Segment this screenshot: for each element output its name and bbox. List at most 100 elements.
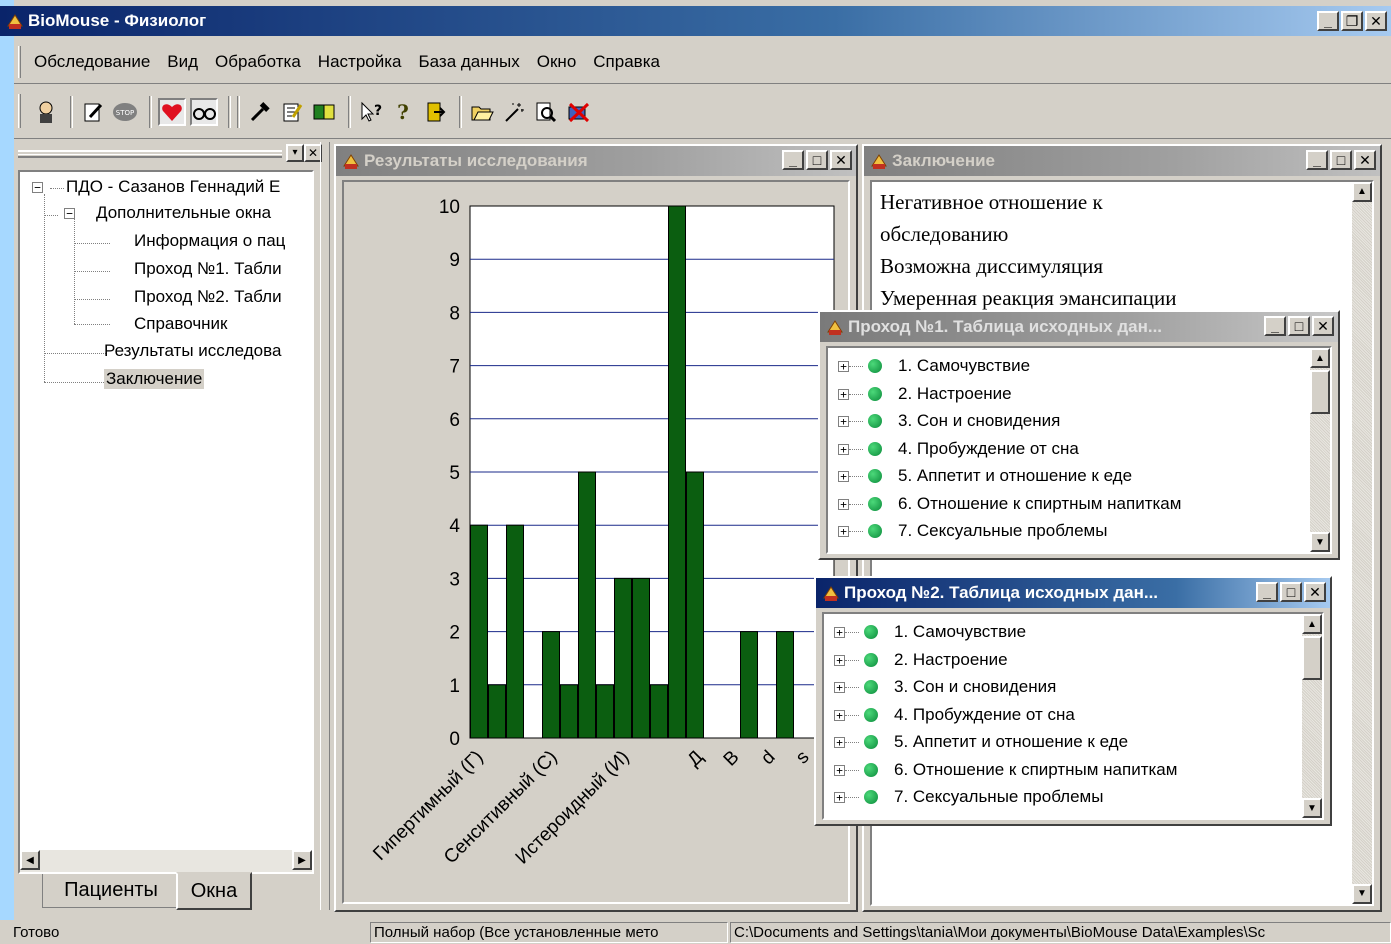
table-row[interactable]: +3. Сон и сновидения xyxy=(824,675,1304,701)
conclusion-vscrollbar[interactable]: ▲ ▼ xyxy=(1352,182,1372,904)
results-titlebar[interactable]: Результаты исследования _ □ ✕ xyxy=(336,146,856,176)
expand-icon[interactable]: + xyxy=(834,682,845,693)
edit-icon[interactable] xyxy=(79,98,107,126)
table-row[interactable]: +4. Пробуждение от сна xyxy=(824,703,1304,729)
tab-windows[interactable]: Окна xyxy=(176,872,252,910)
scroll-down-button[interactable]: ▼ xyxy=(1302,798,1322,818)
table-row[interactable]: +3. Сон и сновидения xyxy=(828,409,1308,435)
expand-icon[interactable]: + xyxy=(838,388,849,400)
pass1-minimize-button[interactable]: _ xyxy=(1264,316,1286,336)
heart-icon[interactable] xyxy=(158,98,186,126)
tree-item-conclusion[interactable]: Заключение xyxy=(104,369,205,389)
open-icon[interactable] xyxy=(468,98,496,126)
help-pointer-icon[interactable]: ? xyxy=(357,98,385,126)
pass1-titlebar[interactable]: Проход №1. Таблица исходных дан... _ □ ✕ xyxy=(820,312,1338,342)
table-row[interactable]: +6. Отношение к спиртным напиткам xyxy=(828,492,1308,518)
table-row[interactable]: +2. Настроение xyxy=(824,648,1304,674)
patient-icon[interactable] xyxy=(32,98,60,126)
table-row[interactable]: +2. Настроение xyxy=(828,382,1308,408)
scroll-up-button[interactable]: ▲ xyxy=(1310,348,1330,368)
expand-icon[interactable]: + xyxy=(838,554,849,555)
expand-icon[interactable]: + xyxy=(834,709,845,721)
expand-icon[interactable]: + xyxy=(834,792,845,803)
tree-item-reference[interactable]: Справочник xyxy=(134,314,228,334)
table-row[interactable]: +7. Сексуальные проблемы xyxy=(824,785,1304,811)
tree-item-patient-info[interactable]: Информация о пац xyxy=(134,231,285,251)
conclusion-close-button[interactable]: ✕ xyxy=(1354,150,1376,170)
pass2-tree[interactable]: +1. Самочувствие +2. Настроение +3. Сон и … xyxy=(822,612,1324,820)
preview-icon[interactable] xyxy=(532,98,560,126)
menu-item-database[interactable]: База данных xyxy=(419,52,520,72)
expand-icon[interactable]: + xyxy=(834,764,845,776)
pass1-close-button[interactable]: ✕ xyxy=(1312,316,1334,336)
pass1-tree[interactable]: +1. Самочувствие +2. Настроение +3. Сон и … xyxy=(826,346,1332,554)
conclusion-titlebar[interactable]: Заключение _ □ ✕ xyxy=(864,146,1380,176)
scroll-thumb[interactable] xyxy=(1310,370,1330,414)
scroll-right-button[interactable]: ▶ xyxy=(292,850,312,870)
vscrollbar[interactable]: ▲ ▼ xyxy=(1302,614,1322,818)
tree-item-pass1[interactable]: Проход №1. Табли xyxy=(134,259,282,279)
table-row[interactable]: +4. Пробуждение от сна xyxy=(828,437,1308,463)
conclusion-minimize-button[interactable]: _ xyxy=(1306,150,1328,170)
results-minimize-button[interactable]: _ xyxy=(782,150,804,170)
menu-item-processing[interactable]: Обработка xyxy=(215,52,301,72)
expand-icon[interactable]: + xyxy=(834,820,845,821)
notes-icon[interactable] xyxy=(278,98,306,126)
pass2-close-button[interactable]: ✕ xyxy=(1304,582,1326,602)
wand-icon[interactable] xyxy=(500,98,528,126)
expand-icon[interactable]: + xyxy=(834,627,845,638)
pass2-minimize-button[interactable]: _ xyxy=(1256,582,1278,602)
exit-icon[interactable] xyxy=(421,98,449,126)
expand-icon[interactable]: + xyxy=(838,498,849,510)
glasses-icon[interactable] xyxy=(190,98,218,126)
table-row[interactable]: +7. Сексуальные проблемы xyxy=(828,519,1308,545)
tab-patients[interactable]: Пациенты xyxy=(42,874,180,908)
results-maximize-button[interactable]: □ xyxy=(806,150,828,170)
menu-item-examination[interactable]: Обследование xyxy=(34,52,150,72)
scroll-left-button[interactable]: ◀ xyxy=(20,850,40,870)
table-row[interactable]: +1. Самочувствие xyxy=(824,620,1304,646)
table-row[interactable]: +5. Аппетит и отношение к еде xyxy=(824,730,1304,756)
conclusion-maximize-button[interactable]: □ xyxy=(1330,150,1352,170)
expand-icon[interactable]: + xyxy=(838,526,849,537)
restore-button[interactable]: ❐ xyxy=(1341,11,1363,31)
pass1-maximize-button[interactable]: □ xyxy=(1288,316,1310,336)
expand-icon[interactable]: + xyxy=(838,443,849,455)
stop-icon[interactable]: STOP xyxy=(111,98,139,126)
hammer-icon[interactable] xyxy=(246,98,274,126)
close-button[interactable]: ✕ xyxy=(1365,11,1387,31)
dock-maximize-button[interactable]: ▾ xyxy=(286,144,304,162)
table-row[interactable]: +1. Самочувствие xyxy=(828,354,1308,380)
expand-icon[interactable]: + xyxy=(838,471,849,482)
help-icon[interactable]: ? xyxy=(389,98,417,126)
book-icon[interactable] xyxy=(310,98,338,126)
panel-splitter[interactable] xyxy=(320,142,330,910)
tree-item-patient[interactable]: ПДО - Сазанов Геннадий Е xyxy=(66,177,280,197)
scroll-thumb[interactable] xyxy=(1302,636,1322,680)
menu-item-view[interactable]: Вид xyxy=(167,52,198,72)
table-row[interactable]: +5. Аппетит и отношение к еде xyxy=(828,464,1308,490)
scroll-down-button[interactable]: ▼ xyxy=(1352,884,1372,904)
table-row[interactable]: +8. О... xyxy=(828,547,1308,555)
vscrollbar[interactable]: ▲ ▼ xyxy=(1310,348,1330,552)
tree-item-pass2[interactable]: Проход №2. Табли xyxy=(134,287,282,307)
expand-icon[interactable]: + xyxy=(838,416,849,427)
tree-hscrollbar[interactable]: ◀ ▶ xyxy=(20,850,312,872)
scroll-up-button[interactable]: ▲ xyxy=(1352,182,1372,202)
table-row[interactable]: +6. Отношение к спиртным напиткам xyxy=(824,758,1304,784)
expand-icon[interactable]: + xyxy=(834,654,845,666)
table-row[interactable]: +8. О... xyxy=(824,813,1304,821)
menu-item-help[interactable]: Справка xyxy=(593,52,660,72)
tree-view[interactable]: − ПДО - Сазанов Геннадий Е − Дополнитель… xyxy=(18,170,314,874)
menu-item-window[interactable]: Окно xyxy=(537,52,577,72)
expand-icon[interactable]: + xyxy=(838,361,849,372)
delete-icon[interactable] xyxy=(564,98,592,126)
scroll-down-button[interactable]: ▼ xyxy=(1310,532,1330,552)
app-titlebar[interactable]: BioMouse - Физиолог _ ❐ ✕ xyxy=(0,6,1391,36)
tree-collapse-root[interactable]: − xyxy=(32,182,43,193)
results-close-button[interactable]: ✕ xyxy=(830,150,852,170)
pass2-maximize-button[interactable]: □ xyxy=(1280,582,1302,602)
scroll-up-button[interactable]: ▲ xyxy=(1302,614,1322,634)
minimize-button[interactable]: _ xyxy=(1317,11,1339,31)
expand-icon[interactable]: + xyxy=(834,737,845,748)
